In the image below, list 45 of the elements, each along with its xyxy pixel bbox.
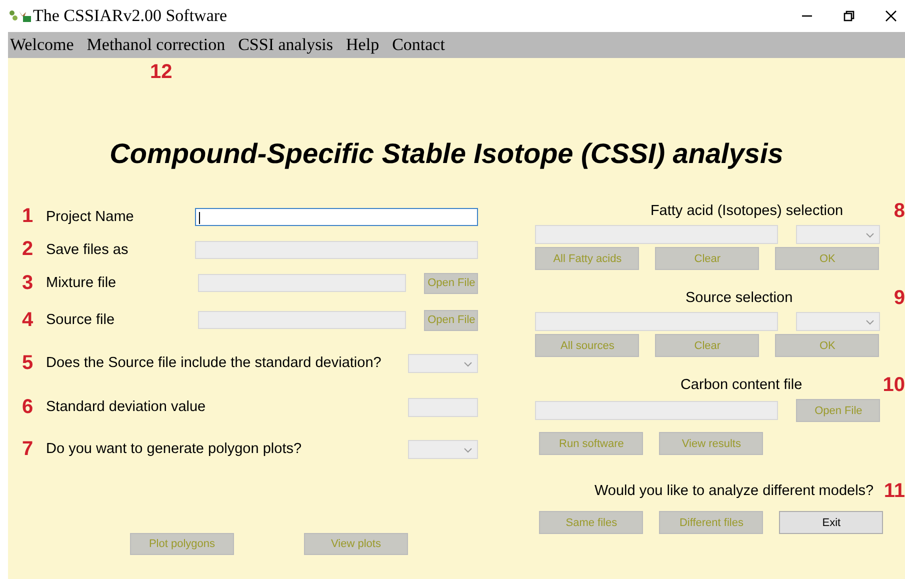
callout-number: 2: [22, 238, 34, 261]
callout-number: 3: [22, 272, 34, 294]
field-label: Project Name: [46, 208, 134, 224]
chevron-down-icon: [464, 448, 472, 452]
menu-item[interactable]: Welcome: [10, 35, 74, 55]
chevron-down-icon: [866, 233, 874, 238]
selection-field[interactable]: [535, 225, 778, 244]
callout-number: 12: [150, 60, 172, 84]
section-title: Fatty acid (Isotopes) selection: [650, 203, 844, 219]
field-label: Mixture file: [46, 275, 116, 291]
menu-item[interactable]: Methanol correction: [86, 35, 226, 55]
callout-number: 7: [22, 438, 34, 460]
close-icon[interactable]: [885, 10, 897, 22]
dropdown[interactable]: [796, 225, 880, 244]
section-title: Source selection: [685, 290, 793, 306]
callout-number: 9: [894, 286, 905, 310]
menu-item[interactable]: Contact: [392, 35, 445, 55]
callout-number: 6: [22, 396, 34, 418]
callout-number: 4: [22, 308, 34, 332]
menu-item[interactable]: Help: [346, 35, 380, 55]
menu-item[interactable]: CSSI analysis: [238, 35, 334, 55]
question-text: Would you like to analyze different models?: [594, 483, 874, 499]
text-field[interactable]: [195, 208, 478, 226]
callout-number: 8: [894, 200, 905, 222]
callout-number: 1: [22, 205, 34, 228]
page-heading: Compound-Specific Stable Isotope (CSSI) analysis: [108, 138, 784, 170]
field-label: Does the Source file include the standard deviation?: [46, 355, 382, 371]
field-label: Source file: [46, 312, 115, 328]
selection-field[interactable]: [535, 401, 778, 420]
section-title: Carbon content file: [680, 377, 802, 393]
action-button[interactable]: Exit: [779, 511, 884, 534]
dropdown[interactable]: [796, 312, 880, 331]
chevron-down-icon: [866, 320, 874, 325]
selection-field[interactable]: [535, 312, 778, 331]
callout-number: 10: [882, 374, 905, 396]
field-label: Do you want to generate polygon plots?: [46, 441, 302, 457]
restore-icon[interactable]: [843, 10, 855, 22]
callout-number: 5: [22, 352, 34, 374]
app-logo-icon: [8, 9, 32, 23]
window-title: The CSSIARv2.00 Software: [33, 6, 228, 26]
text-cursor: [199, 212, 200, 224]
chevron-down-icon: [464, 362, 472, 366]
field-label: Save files as: [46, 242, 128, 258]
callout-number: 11: [884, 480, 905, 502]
field-label: Standard deviation value: [46, 399, 206, 415]
